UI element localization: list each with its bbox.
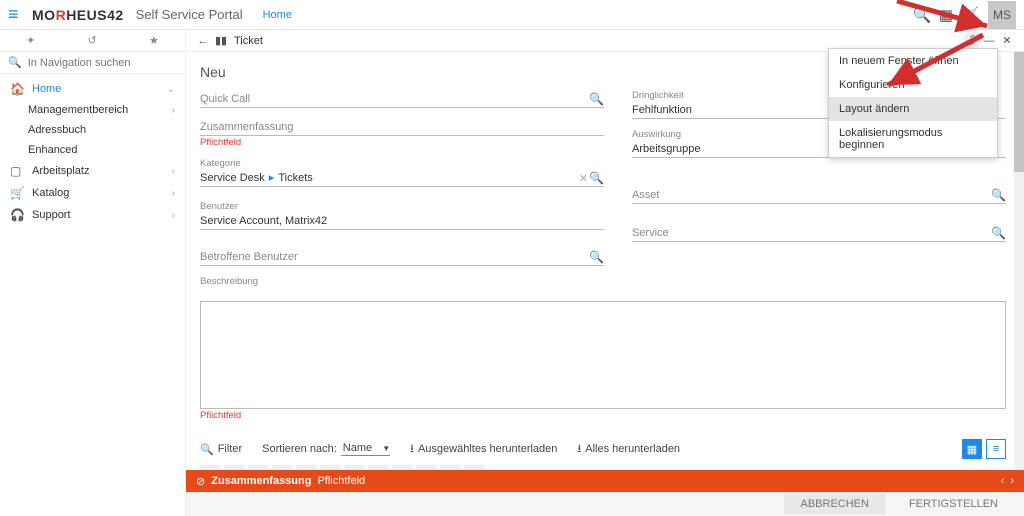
search-icon[interactable]: 🔍 <box>589 92 604 106</box>
sort-select[interactable]: Name <box>341 442 390 456</box>
clear-icon[interactable]: ✕ <box>579 172 588 185</box>
history-icon[interactable]: ↺ <box>88 34 97 47</box>
list-view-button[interactable]: ≡ <box>986 439 1006 459</box>
field-quickcall[interactable]: Quick Call 🔍 <box>200 90 604 108</box>
error-icon: ⊘ <box>196 475 205 488</box>
nav-search-input[interactable] <box>28 57 177 69</box>
search-icon: 🔍 <box>200 443 214 456</box>
field-service[interactable]: Service 🔍 <box>632 224 1006 242</box>
search-icon[interactable]: 🔍 <box>991 226 1006 240</box>
grid-view-button[interactable]: ▦ <box>962 439 982 459</box>
search-icon: 🔍 <box>8 56 22 69</box>
home-icon: 🏠 <box>10 82 26 96</box>
nav-sub-item[interactable]: Enhanced <box>0 140 185 160</box>
required-label: Pflichtfeld <box>200 137 604 148</box>
support-icon: 🎧 <box>10 208 26 222</box>
nav-arbeitsplatz[interactable]: ▢Arbeitsplatz› <box>0 160 185 182</box>
back-icon[interactable]: ← <box>194 35 212 47</box>
panel-title: Ticket <box>234 35 263 47</box>
nav-label: Home <box>32 83 61 95</box>
error-next-icon[interactable]: › <box>1010 475 1014 487</box>
search-icon[interactable]: 🔍 <box>589 171 604 185</box>
nav-home[interactable]: 🏠 Home ⌄ <box>0 78 185 100</box>
error-prev-icon[interactable]: ‹ <box>1001 475 1005 487</box>
catalog-icon: 🛒 <box>10 186 26 200</box>
annotation-arrow-2 <box>868 30 988 103</box>
nav-sub-item[interactable]: Adressbuch <box>0 120 185 140</box>
search-icon[interactable]: 🔍 <box>589 250 604 264</box>
download-selected-button[interactable]: ⭳Ausgewähltes herunterladen <box>410 440 557 459</box>
error-message: Pflichtfeld <box>317 475 365 487</box>
cancel-button[interactable]: ABBRECHEN <box>784 494 884 514</box>
chevron-down-icon: ⌄ <box>167 84 175 95</box>
menu-localize[interactable]: Lokalisierungsmodus beginnen <box>829 121 997 157</box>
field-beschreibung: Beschreibung <box>200 276 604 287</box>
field-benutzer[interactable]: Benutzer Service Account, Matrix42 <box>200 201 604 230</box>
description-textarea[interactable] <box>200 301 1006 409</box>
nav-sub-item[interactable]: Managementbereich› <box>0 100 185 120</box>
nav-search[interactable]: 🔍 <box>0 52 185 74</box>
menu-icon[interactable]: ≡ <box>8 4 26 25</box>
download-all-button[interactable]: ⭳Alles herunterladen <box>577 440 680 459</box>
download-icon: ⭳ <box>577 440 581 459</box>
field-kategorie[interactable]: Kategorie Service Desk▸Tickets ✕ 🔍 <box>200 158 604 187</box>
nav-katalog[interactable]: 🛒Katalog› <box>0 182 185 204</box>
sort-control[interactable]: Sortieren nach: Name <box>262 442 390 456</box>
download-icon: ⭳ <box>410 440 414 459</box>
ticket-icon: ▮▮ <box>212 34 230 47</box>
breadcrumb[interactable]: Home <box>263 9 292 21</box>
field-asset[interactable]: Asset 🔍 <box>632 186 1006 204</box>
field-betroffene[interactable]: Betroffene Benutzer 🔍 <box>200 248 604 266</box>
workspace-icon: ▢ <box>10 164 26 178</box>
portal-title: Self Service Portal <box>136 7 243 22</box>
attachment-toolbar: 🔍Filter Sortieren nach: Name ⭳Ausgewählt… <box>200 439 1006 459</box>
finish-button[interactable]: FERTIGSTELLEN <box>893 494 1014 514</box>
field-zusammenfassung[interactable]: Zusammenfassung Pflichtfeld <box>200 118 604 148</box>
nav-support[interactable]: 🎧Support› <box>0 204 185 226</box>
top-bar: ≡ MORHEUS42 Self Service Portal Home 🔍 ▦… <box>0 0 1024 30</box>
brand-logo: MORHEUS42 <box>32 7 124 23</box>
star-icon[interactable]: ★ <box>149 34 159 47</box>
pin-icon[interactable]: ✦ <box>26 34 35 47</box>
error-field: Zusammenfassung <box>211 475 311 487</box>
filter-button[interactable]: 🔍Filter <box>200 443 242 456</box>
search-icon[interactable]: 🔍 <box>991 188 1006 202</box>
required-label: Pflichtfeld <box>200 410 1006 421</box>
form-footer: ABBRECHEN FERTIGSTELLEN <box>186 492 1024 516</box>
sidebar: ✦ ↺ ★ 🔍 🏠 Home ⌄ Managementbereich› Adre… <box>0 30 186 516</box>
validation-bar: ⊘ Zusammenfassung Pflichtfeld ‹ › <box>186 470 1024 492</box>
